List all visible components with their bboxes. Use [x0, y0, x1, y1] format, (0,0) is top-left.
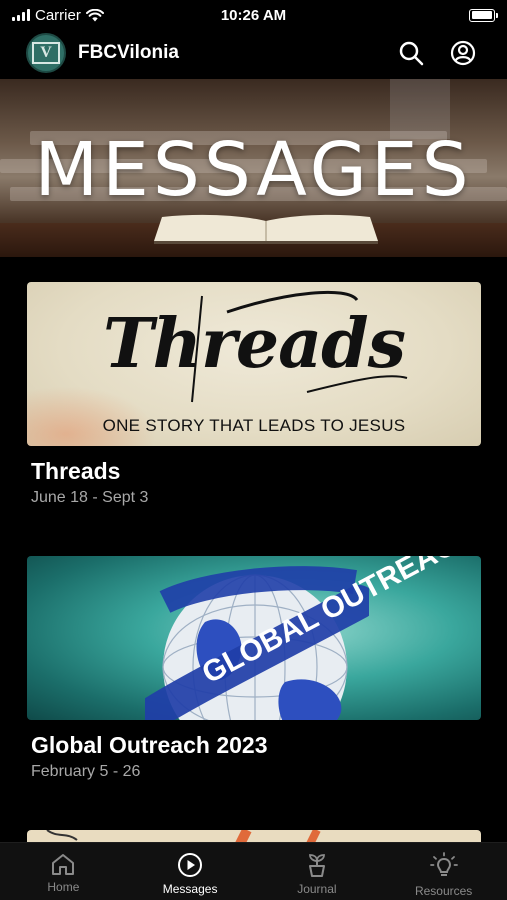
series-title: Global Outreach 2023 — [31, 732, 268, 758]
profile-button[interactable] — [445, 35, 481, 71]
series-image-threads: Threads ONE STORY THAT LEADS TO JESUS — [27, 282, 481, 446]
series-image-global-outreach: GLOBAL OUTREACH — [27, 556, 481, 720]
home-icon — [52, 854, 75, 875]
series-card-threads[interactable]: Threads ONE STORY THAT LEADS TO JESUS Th… — [27, 282, 481, 507]
bible-icon — [154, 214, 378, 244]
tab-label: Journal — [297, 882, 337, 896]
wifi-icon — [85, 8, 104, 21]
series-image-title: Threads — [102, 304, 406, 384]
logo-letter: V — [32, 42, 60, 64]
series-card-global-outreach[interactable]: GLOBAL OUTREACH Global Outreach 2023 Feb… — [27, 556, 481, 781]
app-header: V FBCVilonia — [0, 30, 507, 76]
series-dates: June 18 - Sept 3 — [31, 489, 149, 506]
carrier-label: Carrier — [35, 6, 81, 24]
search-button[interactable] — [393, 35, 429, 71]
status-left: Carrier — [12, 7, 104, 24]
signal-icon — [12, 9, 30, 21]
battery-icon — [469, 8, 498, 22]
bottom-tab-bar: Home Messages Journal Resources — [0, 842, 507, 900]
series-image-tagline: ONE STORY THAT LEADS TO JESUS — [102, 416, 406, 435]
plant-icon — [308, 854, 325, 877]
hero-title: MESSAGES — [34, 127, 473, 213]
series-title: Threads — [31, 458, 121, 484]
global-outreach-text: GLOBAL OUTREACH — [197, 556, 481, 690]
status-bar: Carrier 10:26 AM — [0, 0, 507, 30]
series-dates: February 5 - 26 — [31, 763, 141, 780]
tab-journal[interactable]: Journal — [254, 843, 381, 900]
tab-label: Home — [47, 880, 80, 894]
messages-hero-banner: MESSAGES — [0, 79, 507, 257]
tab-label: Resources — [414, 884, 473, 898]
play-circle-icon — [178, 853, 203, 877]
global-outreach-wordmark: GLOBAL OUTREACH — [197, 556, 481, 690]
tab-label: Messages — [162, 882, 218, 896]
church-logo[interactable]: V — [26, 33, 66, 73]
profile-icon — [450, 40, 476, 66]
tab-messages[interactable]: Messages — [127, 843, 254, 900]
tab-home[interactable]: Home — [0, 843, 127, 900]
tab-resources[interactable]: Resources — [380, 843, 507, 900]
search-icon — [399, 41, 424, 66]
app-title: FBCVilonia — [78, 42, 179, 63]
lightbulb-icon — [429, 852, 458, 876]
